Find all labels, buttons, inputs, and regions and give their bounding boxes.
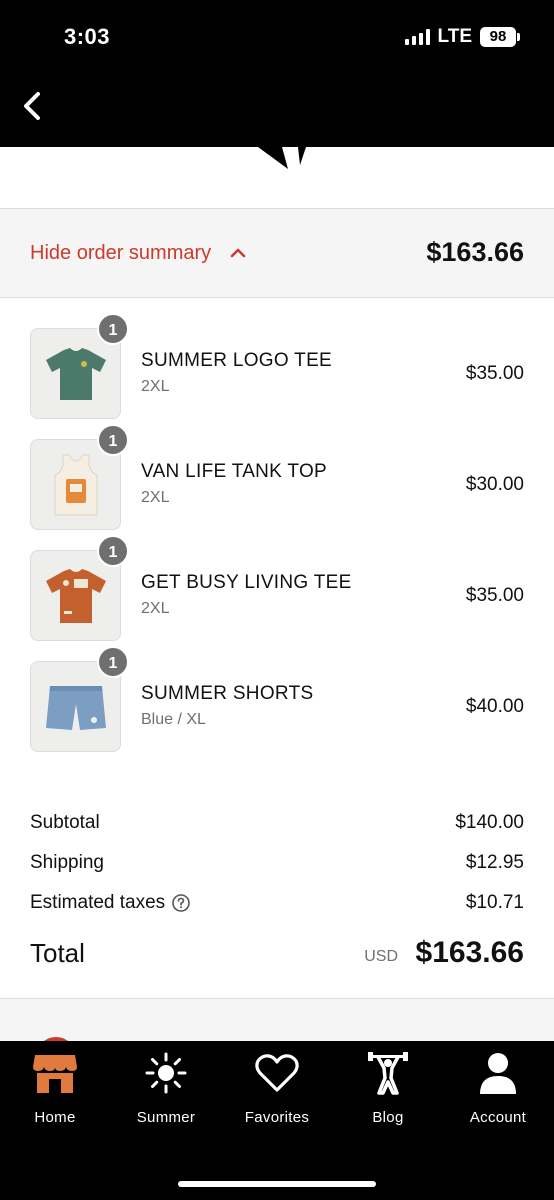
- next-section: [0, 999, 554, 1077]
- item-variant: 2XL: [141, 600, 170, 617]
- weightlifter-icon: [368, 1052, 408, 1095]
- bottom-nav: Home Summer Favorites Blog Account: [0, 1041, 554, 1200]
- top-header: 3:03 LTE 98: [0, 0, 554, 147]
- currency-code: USD: [364, 948, 398, 965]
- item-price: $35.00: [465, 585, 524, 606]
- item-name: GET BUSY LIVING TEE: [141, 572, 352, 593]
- nav-favorites[interactable]: Favorites: [222, 1051, 332, 1131]
- chevron-up-icon: [230, 248, 246, 258]
- item-name: SUMMER SHORTS: [141, 683, 314, 704]
- quantity-badge: 1: [97, 535, 129, 567]
- nav-home[interactable]: Home: [0, 1051, 110, 1131]
- nav-label: Blog: [372, 1109, 404, 1126]
- item-variant: 2XL: [141, 489, 170, 506]
- total-label: Total: [30, 938, 85, 968]
- sun-icon: [145, 1052, 187, 1094]
- nav-label: Home: [34, 1109, 76, 1126]
- item-name: VAN LIFE TANK TOP: [141, 461, 328, 482]
- network-type: LTE: [437, 26, 472, 47]
- order-item: 1 VAN LIFE TANK TOP 2XL $30.00: [0, 409, 554, 530]
- order-item: 1 SUMMER LOGO TEE 2XL $35.00: [0, 298, 554, 419]
- shipping-row: Shipping $12.95: [30, 852, 524, 882]
- battery-icon: 98: [480, 27, 520, 47]
- item-variant: 2XL: [141, 378, 170, 395]
- taxes-row: Estimated taxes $10.71: [30, 892, 524, 922]
- item-price: $35.00: [465, 363, 524, 384]
- item-price: $40.00: [465, 696, 524, 717]
- status-indicators: LTE 98: [404, 26, 520, 48]
- order-summary-toggle[interactable]: Hide order summary $163.66: [0, 208, 554, 298]
- order-item: 1 SUMMER SHORTS Blue / XL $40.00: [0, 631, 554, 752]
- quantity-badge: 1: [97, 424, 129, 456]
- home-indicator[interactable]: [178, 1181, 376, 1187]
- shipping-value: $12.95: [465, 852, 524, 873]
- total-value: $163.66: [415, 936, 524, 969]
- quantity-badge: 1: [97, 313, 129, 345]
- taxes-label-group: Estimated taxes: [30, 892, 191, 914]
- nav-summer[interactable]: Summer: [111, 1051, 221, 1131]
- storefront-icon: [33, 1055, 77, 1093]
- green-tshirt-icon: [45, 347, 106, 400]
- item-price: $30.00: [465, 474, 524, 495]
- nav-blog[interactable]: Blog: [333, 1051, 443, 1131]
- quantity-badge: 1: [97, 646, 129, 678]
- subtotal-row: Subtotal $140.00: [30, 812, 524, 842]
- orange-tshirt-icon: [45, 568, 106, 623]
- nav-label: Summer: [136, 1109, 196, 1126]
- hide-order-summary-label: Hide order summary: [30, 242, 212, 264]
- status-time: 3:03: [64, 24, 111, 49]
- cream-tank-top-icon: [54, 454, 97, 515]
- nav-label: Favorites: [244, 1109, 310, 1126]
- summary-total: $163.66: [426, 237, 524, 267]
- nav-label: Account: [469, 1109, 527, 1126]
- taxes-label: Estimated taxes: [30, 892, 166, 913]
- item-variant: Blue / XL: [141, 711, 206, 728]
- blue-shorts-icon: [45, 685, 106, 730]
- nav-account[interactable]: Account: [443, 1051, 553, 1131]
- signal-icon: [404, 29, 430, 45]
- subtotal-label: Subtotal: [30, 812, 100, 833]
- total-row: Total USD $163.66: [30, 936, 524, 978]
- shipping-label: Shipping: [30, 852, 104, 873]
- chevron-left-icon: [24, 92, 40, 120]
- store-logo-area: [0, 147, 554, 208]
- item-name: SUMMER LOGO TEE: [141, 350, 333, 371]
- help-circle-icon[interactable]: [171, 893, 191, 913]
- back-button[interactable]: [18, 88, 54, 124]
- heart-icon: [255, 1054, 299, 1092]
- taxes-value: $10.71: [465, 892, 524, 913]
- subtotal-value: $140.00: [455, 812, 524, 833]
- logo-icon: [258, 147, 306, 169]
- person-icon: [480, 1053, 516, 1094]
- order-item: 1 GET BUSY LIVING TEE 2XL $35.00: [0, 520, 554, 641]
